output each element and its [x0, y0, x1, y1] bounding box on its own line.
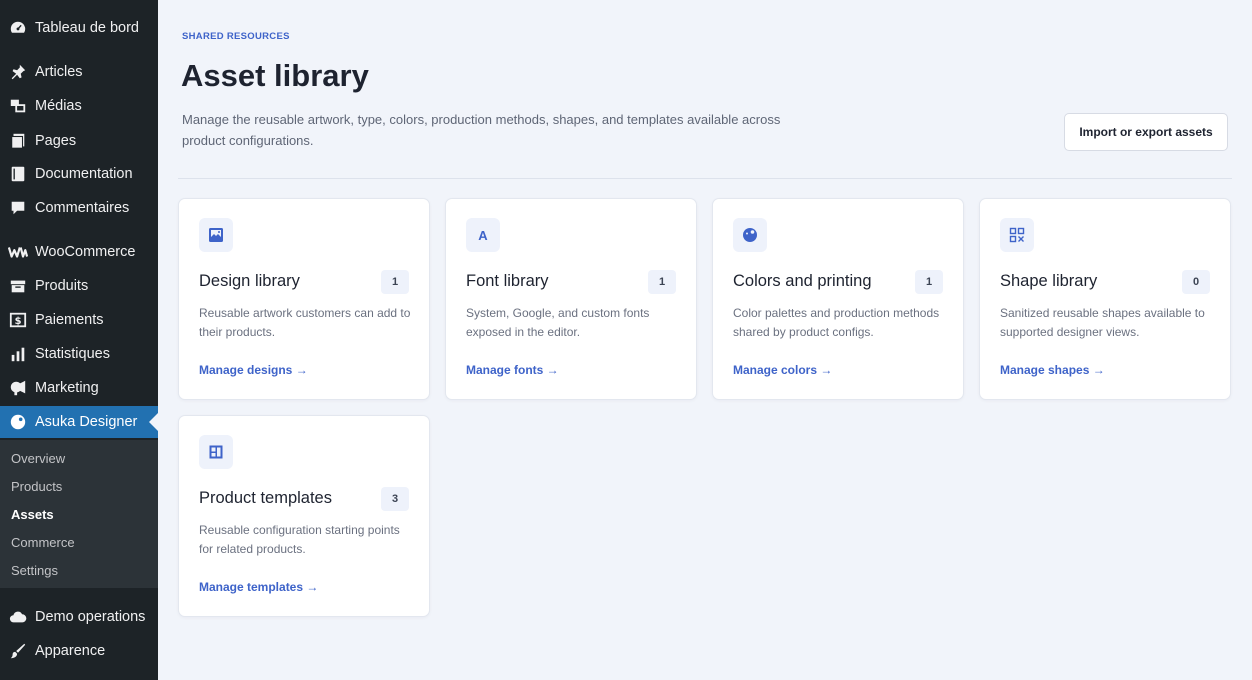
sidebar-item-label: Asuka Designer: [35, 414, 138, 430]
sidebar-item-medias[interactable]: Médias: [0, 90, 158, 122]
dashboard-icon: [8, 18, 28, 38]
asset-card-product-templates: Product templates 3 Reusable configurati…: [178, 415, 430, 617]
sidebar-item-label: Demo operations: [35, 609, 146, 625]
sidebar-item-label: Médias: [35, 98, 82, 114]
sidebar-item-statistiques[interactable]: Statistiques: [0, 338, 158, 370]
count-badge: 0: [1182, 270, 1210, 294]
asset-card-shape-library: Shape library 0 Sanitized reusable shape…: [979, 198, 1231, 400]
manage-shapes-link[interactable]: Manage shapes →: [1000, 363, 1105, 377]
page-title: Asset library: [181, 58, 369, 93]
asuka-designer-submenu: Overview Products Assets Commerce Settin…: [0, 440, 158, 588]
submenu-item-products[interactable]: Products: [11, 477, 62, 497]
count-badge: 1: [381, 270, 409, 294]
manage-templates-link[interactable]: Manage templates →: [199, 580, 318, 594]
sidebar-item-articles[interactable]: Articles: [0, 56, 158, 88]
count-badge: 1: [915, 270, 943, 294]
sidebar-item-label: Commentaires: [35, 200, 130, 216]
sidebar-item-label: Articles: [35, 64, 83, 80]
template-icon: [199, 435, 233, 469]
sidebar-item-produits[interactable]: Produits: [0, 270, 158, 302]
asset-card-colors-printing: Colors and printing 1 Color palettes and…: [712, 198, 964, 400]
header-divider: [178, 178, 1232, 179]
manage-designs-link[interactable]: Manage designs →: [199, 363, 308, 377]
palette-icon: [733, 218, 767, 252]
count-badge: 3: [381, 487, 409, 511]
card-description: Reusable configuration starting points f…: [199, 523, 400, 556]
shapes-grid-icon: [1000, 218, 1034, 252]
image-icon: [199, 218, 233, 252]
sidebar-item-label: Statistiques: [35, 346, 110, 362]
sidebar-item-label: Pages: [35, 133, 77, 149]
book-icon: [8, 164, 28, 184]
sidebar-item-demo-operations[interactable]: Demo operations: [0, 601, 158, 633]
card-description: System, Google, and custom fonts exposed…: [466, 306, 650, 339]
sidebar-item-asuka-designer[interactable]: Asuka Designer: [0, 406, 158, 438]
dollar-icon: $: [8, 310, 28, 330]
pin-icon: [8, 62, 28, 82]
manage-colors-link[interactable]: Manage colors →: [733, 363, 832, 377]
submenu-item-assets[interactable]: Assets: [11, 505, 54, 525]
sidebar-item-marketing[interactable]: Marketing: [0, 372, 158, 404]
woocommerce-icon: [8, 242, 28, 262]
submenu-item-settings[interactable]: Settings: [11, 561, 58, 581]
sidebar-item-label: Apparence: [35, 643, 106, 659]
card-description: Sanitized reusable shapes available to s…: [1000, 306, 1205, 339]
card-description: Reusable artwork customers can add to th…: [199, 306, 411, 339]
cloud-icon: [8, 607, 28, 627]
card-title: Font library: [466, 272, 549, 290]
submenu-item-overview[interactable]: Overview: [11, 449, 65, 469]
sidebar-item-label: Produits: [35, 278, 89, 294]
asset-card-design-library: Design library 1 Reusable artwork custom…: [178, 198, 430, 400]
main-content: SHARED RESOURCES Asset library Manage th…: [158, 0, 1252, 680]
asset-card-font-library: A Font library 1 System, Google, and cus…: [445, 198, 697, 400]
manage-fonts-link[interactable]: Manage fonts →: [466, 363, 559, 377]
sidebar-item-label: Documentation: [35, 166, 133, 182]
sidebar-item-commentaires[interactable]: Commentaires: [0, 192, 158, 224]
palette-icon: [8, 412, 28, 432]
sidebar-item-apparence[interactable]: Apparence: [0, 635, 158, 667]
card-title: Design library: [199, 272, 300, 290]
megaphone-icon: [8, 378, 28, 398]
sidebar-item-label: Marketing: [35, 380, 99, 396]
card-title: Product templates: [199, 489, 332, 507]
pages-icon: [8, 131, 28, 151]
sidebar-item-woocommerce[interactable]: WooCommerce: [0, 236, 158, 268]
submenu-item-commerce[interactable]: Commerce: [11, 533, 75, 553]
media-icon: [8, 96, 28, 116]
count-badge: 1: [648, 270, 676, 294]
sidebar-item-pages[interactable]: Pages: [0, 125, 158, 157]
card-title: Shape library: [1000, 272, 1098, 290]
section-eyebrow: SHARED RESOURCES: [182, 31, 290, 42]
card-description: Color palettes and production methods sh…: [733, 306, 940, 339]
svg-text:$: $: [15, 316, 22, 327]
sidebar-item-label: WooCommerce: [35, 244, 136, 260]
sidebar-item-dashboard[interactable]: Tableau de bord: [0, 12, 158, 44]
brush-icon: [8, 641, 28, 661]
sidebar-item-label: Tableau de bord: [35, 20, 139, 36]
sidebar-item-label: Paiements: [35, 312, 104, 328]
page-description: Manage the reusable artwork, type, color…: [182, 112, 781, 148]
sidebar-item-paiements[interactable]: $ Paiements: [0, 304, 158, 336]
font-icon: A: [466, 218, 500, 252]
sidebar-item-documentation[interactable]: Documentation: [0, 158, 158, 190]
admin-sidebar: Tableau de bord Articles Médias Pages Do…: [0, 0, 158, 680]
card-title: Colors and printing: [733, 272, 872, 290]
comment-icon: [8, 198, 28, 218]
import-export-button[interactable]: Import or export assets: [1064, 113, 1228, 151]
archive-icon: [8, 276, 28, 296]
bar-chart-icon: [8, 344, 28, 364]
